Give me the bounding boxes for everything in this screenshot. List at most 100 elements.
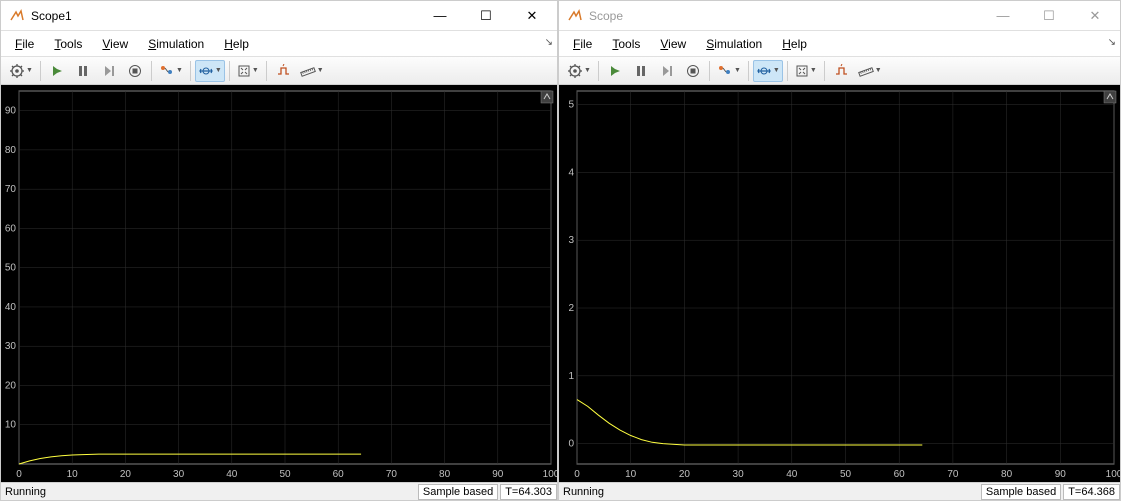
zoom-x-button[interactable]: ▼ (753, 60, 783, 82)
svg-text:30: 30 (733, 469, 745, 480)
svg-text:90: 90 (1055, 469, 1067, 480)
run-button[interactable] (45, 60, 69, 82)
maximize-button[interactable]: ☐ (463, 1, 509, 31)
signal-selector-button[interactable]: ▼ (156, 60, 186, 82)
svg-text:100: 100 (543, 469, 557, 480)
svg-text:40: 40 (226, 469, 238, 480)
svg-text:90: 90 (492, 469, 504, 480)
statusbar: Running Sample based T=64.368 (559, 482, 1120, 500)
step-button[interactable] (97, 60, 121, 82)
menu-overflow-icon[interactable]: ↘ (1108, 37, 1116, 48)
toolbar-separator (266, 61, 267, 81)
measurements-button[interactable]: ▼ (297, 60, 327, 82)
window-controls: — ☐ ✕ (417, 1, 555, 31)
menu-tools[interactable]: Tools (46, 34, 90, 54)
svg-text:50: 50 (5, 263, 17, 274)
measurements-button[interactable]: ▼ (855, 60, 885, 82)
svg-text:0: 0 (574, 469, 580, 480)
toolbar: ▼ ▼ ▼ ▼ ▼ (559, 57, 1120, 85)
menu-simulation[interactable]: Simulation (140, 34, 212, 54)
signal-selector-button[interactable]: ▼ (714, 60, 744, 82)
status-time: T=64.303 (500, 484, 557, 500)
stop-button[interactable] (681, 60, 705, 82)
titlebar[interactable]: Scope1 — ☐ ✕ (1, 1, 557, 31)
svg-text:0: 0 (16, 469, 22, 480)
menu-help[interactable]: Help (774, 34, 815, 54)
menu-view[interactable]: View (652, 34, 694, 54)
scope-window-2: Scope — ☐ ✕ File Tools View Simulation H… (558, 0, 1121, 501)
svg-text:5: 5 (568, 100, 574, 111)
svg-text:4: 4 (568, 167, 574, 178)
window-title: Scope (589, 9, 980, 23)
status-text: Running (1, 486, 416, 498)
scope-chart: 0102030405060708090100102030405060708090 (1, 85, 557, 482)
svg-text:60: 60 (333, 469, 345, 480)
svg-text:50: 50 (840, 469, 852, 480)
stop-button[interactable] (123, 60, 147, 82)
svg-text:80: 80 (5, 145, 17, 156)
svg-text:70: 70 (5, 184, 17, 195)
pause-button[interactable] (71, 60, 95, 82)
svg-text:70: 70 (386, 469, 398, 480)
svg-text:30: 30 (5, 341, 17, 352)
window-title: Scope1 (31, 9, 417, 23)
step-button[interactable] (655, 60, 679, 82)
svg-text:90: 90 (5, 106, 17, 117)
maximize-button[interactable]: ☐ (1026, 1, 1072, 31)
minimize-button[interactable]: — (980, 1, 1026, 31)
toolbar-separator (824, 61, 825, 81)
svg-text:80: 80 (439, 469, 451, 480)
plot-area[interactable]: 0102030405060708090100102030405060708090 (1, 85, 557, 482)
svg-text:80: 80 (1001, 469, 1013, 480)
svg-text:60: 60 (894, 469, 906, 480)
toolbar-separator (229, 61, 230, 81)
pause-button[interactable] (629, 60, 653, 82)
close-button[interactable]: ✕ (509, 1, 555, 31)
svg-text:70: 70 (947, 469, 959, 480)
menubar: File Tools View Simulation Help ↘ (1, 31, 557, 57)
svg-text:20: 20 (679, 469, 691, 480)
settings-button[interactable]: ▼ (564, 60, 594, 82)
autoscale-button[interactable]: ▼ (792, 60, 820, 82)
menu-help[interactable]: Help (216, 34, 257, 54)
matlab-icon (567, 8, 583, 24)
triggers-button[interactable] (829, 60, 853, 82)
matlab-icon (9, 8, 25, 24)
toolbar-separator (190, 61, 191, 81)
svg-text:0: 0 (568, 439, 574, 450)
menu-simulation[interactable]: Simulation (698, 34, 770, 54)
scope-chart: 0102030405060708090100012345 (559, 85, 1120, 482)
status-time: T=64.368 (1063, 484, 1120, 500)
status-mode: Sample based (418, 484, 498, 500)
triggers-button[interactable] (271, 60, 295, 82)
svg-text:100: 100 (1106, 469, 1120, 480)
run-button[interactable] (603, 60, 627, 82)
zoom-x-button[interactable]: ▼ (195, 60, 225, 82)
autoscale-button[interactable]: ▼ (234, 60, 262, 82)
svg-text:50: 50 (279, 469, 291, 480)
menubar: File Tools View Simulation Help ↘ (559, 31, 1120, 57)
menu-view[interactable]: View (94, 34, 136, 54)
svg-text:20: 20 (5, 380, 17, 391)
settings-button[interactable]: ▼ (6, 60, 36, 82)
svg-text:10: 10 (625, 469, 637, 480)
plot-area[interactable]: 0102030405060708090100012345 (559, 85, 1120, 482)
svg-text:10: 10 (5, 420, 17, 431)
toolbar-separator (40, 61, 41, 81)
titlebar[interactable]: Scope — ☐ ✕ (559, 1, 1120, 31)
menu-tools[interactable]: Tools (604, 34, 648, 54)
toolbar-separator (748, 61, 749, 81)
toolbar-separator (151, 61, 152, 81)
minimize-button[interactable]: — (417, 1, 463, 31)
window-controls: — ☐ ✕ (980, 1, 1118, 31)
svg-text:20: 20 (120, 469, 132, 480)
svg-text:40: 40 (5, 302, 17, 313)
toolbar-separator (598, 61, 599, 81)
svg-text:1: 1 (568, 371, 574, 382)
menu-overflow-icon[interactable]: ↘ (545, 37, 553, 48)
close-button[interactable]: ✕ (1072, 1, 1118, 31)
menu-file[interactable]: File (7, 34, 42, 54)
statusbar: Running Sample based T=64.303 (1, 482, 557, 500)
svg-text:2: 2 (568, 303, 574, 314)
menu-file[interactable]: File (565, 34, 600, 54)
